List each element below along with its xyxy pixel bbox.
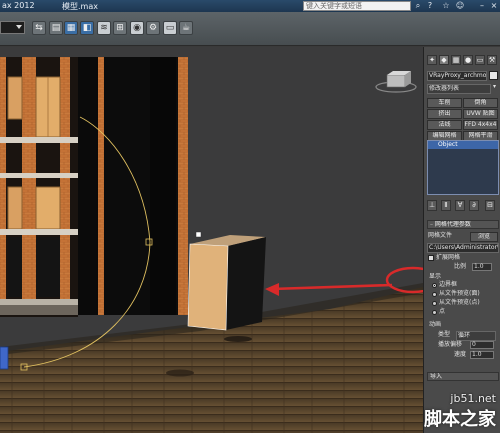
display-option-point-radio[interactable] [432,310,437,315]
configure-sets-icon[interactable]: ⊟ [485,200,495,211]
modifier-stack[interactable]: Object [427,140,499,195]
modifier-button-6[interactable]: FFD 4x4x4 [463,120,498,130]
perspective-viewport[interactable] [0,47,423,433]
display-option-point: 点 [439,308,446,315]
modifier-list-dropdown[interactable]: 修改器列表 [427,84,491,94]
command-panel: ✦ ◆ ▦ ● ▭ ⚒ VRayProxy_archmodels66_01 修改… [423,47,500,433]
display-option-bbox-radio[interactable] [432,283,437,288]
object-name-field[interactable]: VRayProxy_archmodels66_01 [427,71,487,81]
layer-icon[interactable]: ▦ [64,21,78,35]
import-label: 导入 [430,373,443,380]
offset-label: 播放偏移 [438,341,463,348]
stack-item-object[interactable]: Object [428,141,498,149]
main-toolbar: ⇆ ▤ ▦ ◧ ≋ ⊞ ◉ ⚙ ▭ ☕ [0,12,500,46]
create-tab[interactable]: ✦ [427,55,437,65]
rollout-title: 网格代理参数 [434,221,471,228]
pin-stack-icon[interactable]: ⊥ [427,200,437,211]
type-label: 类型 [438,331,451,338]
display-option-points-file-radio[interactable] [432,301,437,306]
selection-set-dropdown[interactable] [0,21,25,34]
watermark-site: jb51.net [450,392,496,405]
search-input[interactable]: 键入关键字或短语 [303,1,411,11]
type-dropdown[interactable]: 循环 [456,331,496,341]
mesh-path-field[interactable]: C:\Users\Administrator\Docume [427,243,499,253]
hierarchy-tab[interactable]: ▦ [451,55,461,65]
chevron-down-icon[interactable]: ▾ [493,83,496,91]
scale-checkbox[interactable] [428,255,434,261]
rollout-minus-icon: – [430,221,433,228]
search-icon[interactable]: ⌕ [413,1,423,11]
display-option-faces: 从文件预览(面) [439,290,480,297]
render-setup-icon[interactable]: ⚙ [146,21,160,35]
speed-label: 速度 [454,351,467,358]
render-icon[interactable]: ☕ [179,21,193,35]
minimize-icon[interactable]: – [477,1,487,11]
modifier-button-4[interactable]: UVW 贴图 [463,109,498,119]
command-panel-tabs: ✦ ◆ ▦ ● ▭ ⚒ [424,55,500,65]
motion-tab[interactable]: ● [463,55,473,65]
mesh-proxy-rollout[interactable]: – 网格代理参数 [427,220,499,229]
viewport-scene [0,47,423,433]
mirror-icon[interactable]: ⇆ [32,21,46,35]
material-editor-icon[interactable]: ◉ [130,21,144,35]
building-facade [0,57,188,317]
rendered-frame-icon[interactable]: ▭ [163,21,177,35]
modifier-button-3[interactable]: 挤出 [427,109,462,119]
schematic-icon[interactable]: ⊞ [113,21,127,35]
watermark-brand: 脚本之家 [424,409,496,430]
make-unique-icon[interactable]: ∀ [455,200,465,211]
curve-editor-icon[interactable]: ≋ [97,21,111,35]
chevron-down-icon [16,25,22,29]
modifier-button-1[interactable]: 车削 [427,98,462,108]
remove-modifier-icon[interactable]: ∂ [469,200,479,211]
graphite-icon[interactable]: ◧ [80,21,94,35]
user-icon[interactable]: ☺ [455,1,465,11]
utilities-tab[interactable]: ⚒ [487,55,497,65]
helper-object [0,346,9,370]
scale-spinner[interactable]: 1.0 [472,263,492,271]
title-bar: ax 2012 模型.max 键入关键字或短语 ⌕ ? ☆ ☺ – × [0,0,500,12]
browse-button[interactable]: 浏览 [470,232,498,242]
show-end-result-icon[interactable]: Ⅱ [441,200,451,211]
scale-label: 比例 [454,263,467,270]
object-color-swatch[interactable] [489,71,498,80]
animation-label: 动画 [429,321,442,328]
display-tab[interactable]: ▭ [475,55,485,65]
app-title: ax 2012 [2,1,35,10]
stack-toolbar: ⊥ Ⅱ ∀ ∂ ⊟ [427,200,499,212]
star-icon[interactable]: ☆ [441,1,451,11]
align-icon[interactable]: ▤ [49,21,63,35]
help-icon[interactable]: ? [425,1,435,11]
modifier-button-2[interactable]: 倒角 [463,98,498,108]
display-option-points-file: 从文件预览(点) [439,299,480,306]
modifier-button-5[interactable]: 法线 [427,120,462,130]
watermark: jb51.net 脚本之家 [424,392,496,431]
display-label: 显示 [429,273,442,280]
import-rollout[interactable]: 导入 [427,372,499,381]
offset-spinner[interactable]: 0 [470,341,494,349]
display-option-bbox: 边界框 [439,281,458,288]
close-icon[interactable]: × [489,1,499,11]
mesh-file-label: 网格文件 [428,232,453,239]
modify-tab[interactable]: ◆ [439,55,449,65]
display-option-faces-radio[interactable] [432,292,437,297]
file-name: 模型.max [62,2,98,11]
scale-check-label: 扩展网格 [436,254,461,261]
speed-spinner[interactable]: 1.0 [470,351,494,359]
